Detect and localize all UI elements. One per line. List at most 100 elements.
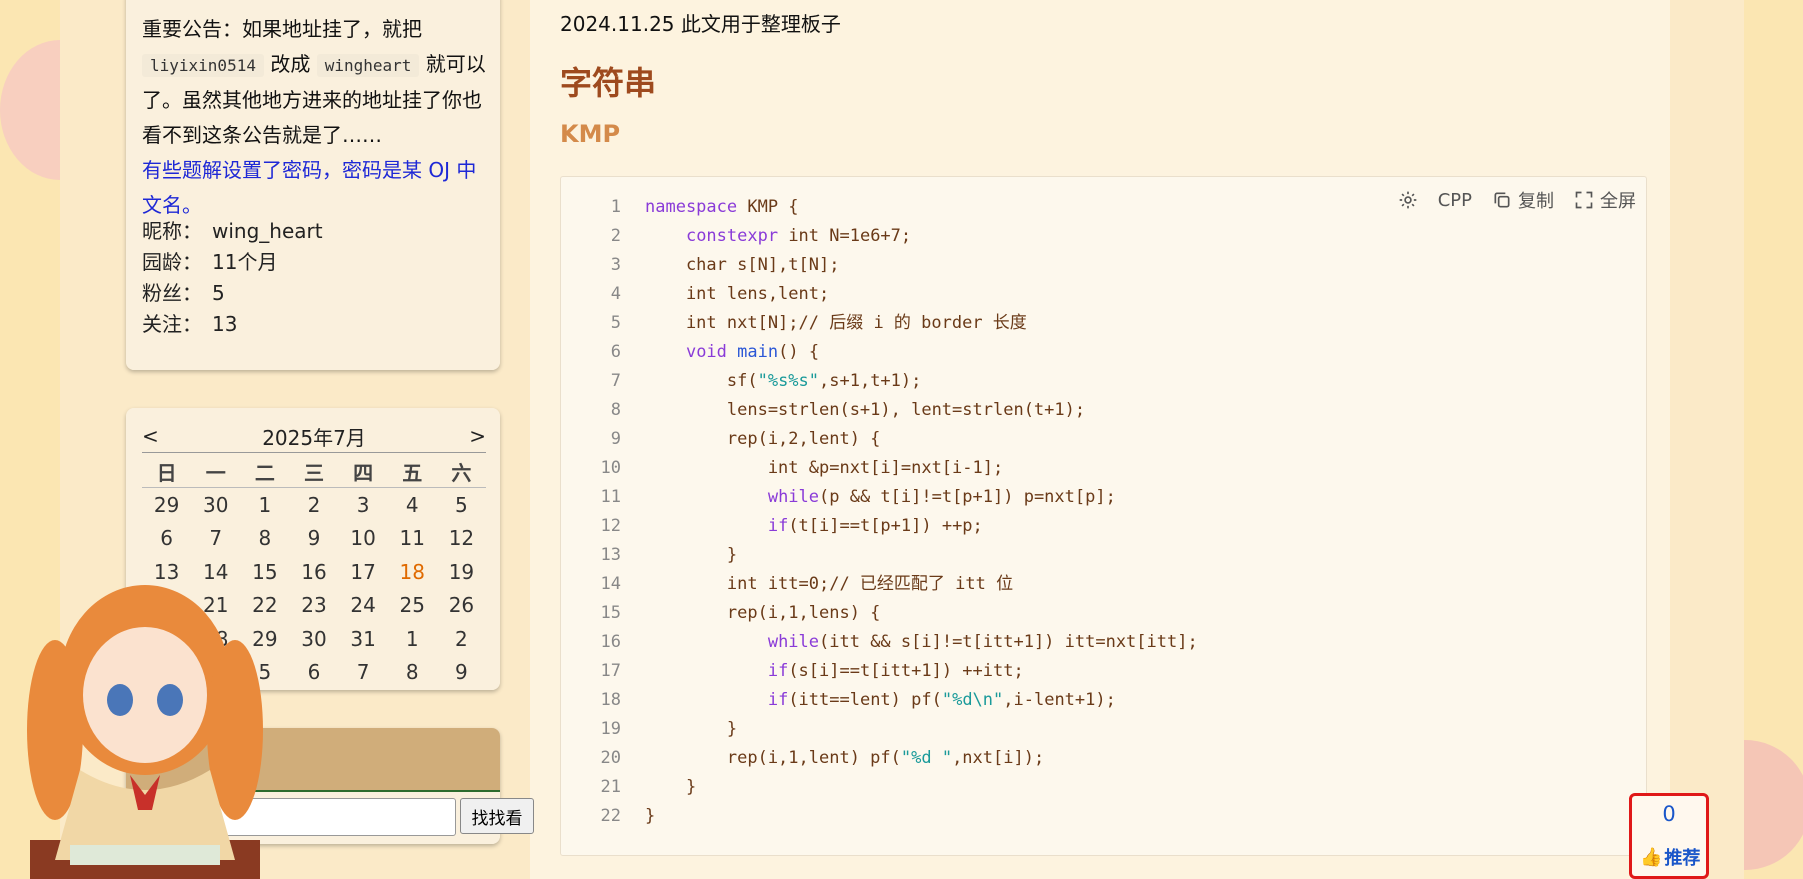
weekday-header: 四 <box>338 456 388 488</box>
code-line: 11 while(p && t[i]!=t[p+1]) p=nxt[p]; <box>561 483 1646 512</box>
calendar-day[interactable]: 2 <box>437 622 486 656</box>
profile-row-nickname: 昵称： wing_heart <box>142 219 323 243</box>
calendar-day[interactable]: 31 <box>339 622 388 656</box>
line-number: 1 <box>610 197 621 217</box>
calendar-day[interactable]: 7 <box>191 522 240 556</box>
code-block: CPP 复制 全屏 1 namespace KMP {2 constexpr in… <box>560 176 1647 856</box>
code-line: 2 constexpr int N=1e6+7; <box>561 222 1646 251</box>
line-number: 3 <box>610 255 621 275</box>
code-line: 1 namespace KMP { <box>561 193 1646 222</box>
calendar-day[interactable]: 3 <box>339 488 388 522</box>
code-text: } <box>645 545 738 565</box>
line-number: 7 <box>610 371 621 391</box>
code-line: 14 int itt=0;// 已经匹配了 itt 位 <box>561 570 1646 599</box>
code-text: rep(i,1,lent) pf("%d ",nxt[i]); <box>645 748 1045 768</box>
weekday-header: 三 <box>289 456 339 488</box>
code-line: 9 rep(i,2,lent) { <box>561 425 1646 454</box>
calendar-day[interactable]: 8 <box>240 522 289 556</box>
code-line: 3 char s[N],t[N]; <box>561 251 1646 280</box>
calendar-day[interactable]: 25 <box>388 589 437 623</box>
calendar-day[interactable]: 11 <box>388 522 437 556</box>
line-number: 5 <box>610 313 621 333</box>
code-line: 15 rep(i,1,lens) { <box>561 599 1646 628</box>
code-text: while(p && t[i]!=t[p+1]) p=nxt[p]; <box>767 487 1116 507</box>
calendar-day[interactable]: 1 <box>240 488 289 522</box>
old-address-code: liyixin0514 <box>142 54 264 77</box>
calendar-day[interactable]: 9 <box>289 522 338 556</box>
recommend-button[interactable]: 👍 推荐 <box>1640 844 1700 870</box>
line-number: 12 <box>600 516 621 536</box>
calendar-week: 6 7 8 9 10 11 12 <box>142 522 486 556</box>
calendar-day[interactable]: 19 <box>437 555 486 589</box>
line-number: 18 <box>600 690 621 710</box>
calendar-day[interactable]: 7 <box>339 656 388 690</box>
calendar-day[interactable]: 12 <box>437 522 486 556</box>
calendar-day[interactable]: 30 <box>289 622 338 656</box>
followers-link[interactable]: 5 <box>212 281 225 305</box>
recommend-count: 0 <box>1662 802 1676 826</box>
code-line: 19 } <box>561 715 1646 744</box>
password-notice: 有些题解设置了密码，密码是某 OJ 中文名。 <box>142 158 477 217</box>
garden-age-link[interactable]: 11个月 <box>212 250 277 274</box>
section-heading: 字符串 <box>560 64 657 102</box>
code-text: void main() { <box>685 342 820 362</box>
calendar-day[interactable]: 24 <box>339 589 388 623</box>
line-number: 2 <box>610 226 621 246</box>
calendar-day[interactable]: 4 <box>388 488 437 522</box>
calendar-day[interactable]: 16 <box>289 555 338 589</box>
nickname-link[interactable]: wing_heart <box>212 219 323 243</box>
calendar-day[interactable]: 6 <box>289 656 338 690</box>
code-text: if(t[i]==t[p+1]) ++p; <box>767 516 983 536</box>
line-number: 22 <box>600 806 621 826</box>
calendar-day[interactable]: 29 <box>142 488 191 522</box>
calendar-day[interactable]: 17 <box>339 555 388 589</box>
weekday-header: 六 <box>436 456 486 488</box>
line-number: 4 <box>610 284 621 304</box>
code-text: } <box>645 806 656 826</box>
calendar-day[interactable]: 10 <box>339 522 388 556</box>
line-number: 17 <box>600 661 621 681</box>
code-line: 13 } <box>561 541 1646 570</box>
code-line: 16 while(itt && s[i]!=t[itt+1]) itt=nxt[… <box>561 628 1646 657</box>
line-number: 9 <box>610 429 621 449</box>
following-link[interactable]: 13 <box>212 312 237 336</box>
calendar-day[interactable]: 1 <box>388 622 437 656</box>
calendar-day[interactable]: 5 <box>437 488 486 522</box>
code-lines: 1 namespace KMP {2 constexpr int N=1e6+7;… <box>561 193 1646 831</box>
calendar-title: 2025年7月 <box>262 426 366 450</box>
next-month-button[interactable]: > <box>469 424 486 448</box>
code-line: 17 if(s[i]==t[itt+1]) ++itt; <box>561 657 1646 686</box>
announcement: 重要公告：如果地址挂了，就把 liyixin0514 改成 wingheart … <box>142 12 492 223</box>
code-line: 8 lens=strlen(s+1), lent=strlen(t+1); <box>561 396 1646 425</box>
code-text: rep(i,1,lens) { <box>645 603 881 623</box>
line-number: 20 <box>600 748 621 768</box>
calendar-day[interactable]: 9 <box>437 656 486 690</box>
code-text: char s[N],t[N]; <box>645 255 840 275</box>
line-number: 14 <box>600 574 621 594</box>
calendar-day[interactable]: 18 <box>388 555 437 589</box>
profile-row-following: 关注： 13 <box>142 312 238 336</box>
mascot-character-image <box>27 585 263 879</box>
calendar-day[interactable]: 2 <box>289 488 338 522</box>
calendar-day[interactable]: 8 <box>388 656 437 690</box>
calendar-header: < 2025年7月 > <box>142 422 486 453</box>
code-line: 10 int &p=nxt[i]=nxt[i-1]; <box>561 454 1646 483</box>
profile-info: 昵称： wing_heart 园龄： 11个月 粉丝： 5 关注： 13 <box>142 216 323 340</box>
calendar-day[interactable]: 23 <box>289 589 338 623</box>
calendar-day[interactable]: 30 <box>191 488 240 522</box>
line-number: 16 <box>600 632 621 652</box>
calendar-day[interactable]: 26 <box>437 589 486 623</box>
weekday-header: 五 <box>387 456 437 488</box>
code-line: 21 } <box>561 773 1646 802</box>
new-address-code: wingheart <box>316 54 420 77</box>
line-number: 19 <box>600 719 621 739</box>
calendar-week: 29 30 1 2 3 4 5 <box>142 488 486 522</box>
profile-row-age: 园龄： 11个月 <box>142 250 278 274</box>
line-number: 21 <box>600 777 621 797</box>
line-number: 10 <box>600 458 621 478</box>
line-number: 8 <box>610 400 621 420</box>
search-button[interactable]: 找找看 <box>460 798 534 834</box>
calendar-day[interactable]: 6 <box>142 522 191 556</box>
recommend-widget: 0 👍 推荐 <box>1629 793 1709 879</box>
code-line: 7 sf("%s%s",s+1,t+1); <box>561 367 1646 396</box>
